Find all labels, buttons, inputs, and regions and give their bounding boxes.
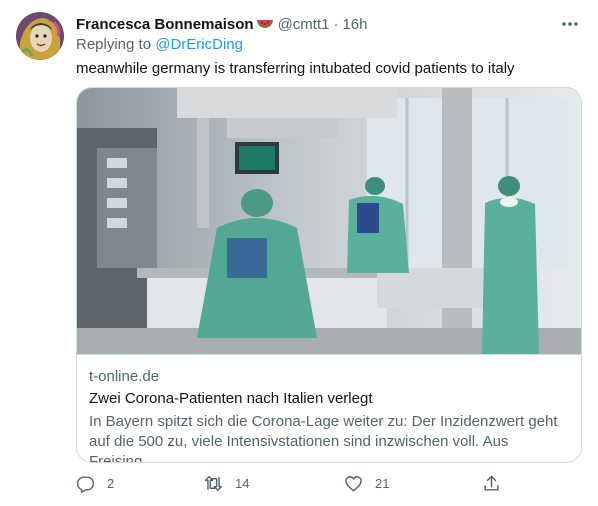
watermelon-icon [256,15,274,33]
tweet-text: meanwhile germany is transferring intuba… [76,60,515,77]
card-title: Zwei Corona-Patienten nach Italien verle… [89,390,373,407]
replying-to-label: Replying to [76,36,156,53]
tweet-actions: 2 14 21 [76,474,516,496]
like-button[interactable]: 21 [344,474,389,493]
link-card[interactable]: t-online.de Zwei Corona-Patienten nach I… [76,87,582,463]
replying-to: Replying to @DrEricDing [76,36,243,53]
display-name[interactable]: Francesca Bonnemaison [76,16,254,33]
avatar-image [16,12,64,60]
icu-photo [77,88,581,354]
reply-button[interactable]: 2 [76,474,114,493]
share-icon [484,475,499,491]
card-image[interactable] [77,88,581,354]
timestamp[interactable]: 16h [342,16,367,33]
card-description: In Bayern spitzt sich die Corona-Lage we… [89,413,558,463]
avatar[interactable] [16,12,64,60]
like-count: 21 [375,476,390,491]
replying-to-link[interactable]: @DrEricDing [155,36,243,53]
retweet-icon [204,476,223,491]
separator-dot: · [333,15,339,33]
reply-count: 2 [107,476,115,491]
card-divider [77,354,581,355]
card-domain: t-online.de [89,368,160,385]
share-button[interactable] [482,474,501,493]
reply-icon [76,476,95,493]
more-options-icon[interactable] [558,14,582,34]
tweet-header: Francesca Bonnemaison @cmtt1 · 16h [76,14,582,34]
heart-icon [345,476,362,492]
retweet-button[interactable]: 14 [204,474,249,493]
handle[interactable]: @cmtt1 [278,16,330,33]
retweet-count: 14 [235,476,250,491]
